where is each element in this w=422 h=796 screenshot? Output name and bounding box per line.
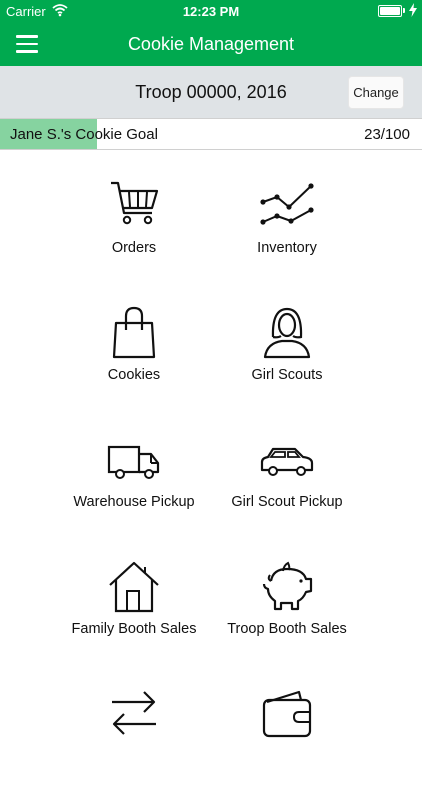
line-chart-icon <box>260 183 314 225</box>
tile-label: Troop Booth Sales <box>227 621 347 637</box>
clock: 12:23 PM <box>182 4 240 19</box>
tile-label: Girl Scout Pickup <box>231 494 343 510</box>
nav-bar: Cookie Management <box>0 22 422 66</box>
shopping-bag-icon <box>112 306 156 359</box>
tile-inventory[interactable]: Inventory <box>187 178 387 288</box>
goal-label: Jane S.'s Cookie Goal <box>10 126 158 143</box>
transfer-arrows-icon <box>112 691 156 735</box>
tile-girl-scouts[interactable]: Girl Scouts <box>187 305 387 415</box>
page-title: Cookie Management <box>127 34 295 54</box>
battery-icon <box>378 5 402 17</box>
change-troop-button[interactable]: Change <box>348 76 404 109</box>
girl-person-icon <box>263 307 311 359</box>
house-icon <box>109 561 159 613</box>
status-bar: Carrier 12:23 PM <box>0 0 422 22</box>
tile-label: Girl Scouts <box>251 367 323 383</box>
car-icon <box>260 447 314 476</box>
tile-troop-booth-sales[interactable]: Troop Booth Sales <box>187 559 387 669</box>
tile-girl-scout-pickup[interactable]: Girl Scout Pickup <box>187 432 387 542</box>
battery-tip <box>403 8 405 13</box>
tile-wallet[interactable] <box>187 686 387 796</box>
tile-label: Inventory <box>257 240 317 256</box>
truck-icon <box>107 445 160 479</box>
charging-bolt-icon <box>409 3 417 17</box>
goal-count: 23/100 <box>364 126 410 143</box>
wallet-icon <box>262 690 312 738</box>
troop-header: Troop 00000, 2016 Change <box>0 66 422 118</box>
piggy-bank-icon <box>262 561 313 611</box>
cookie-goal-progress: Jane S.'s Cookie Goal 23/100 <box>0 118 422 150</box>
shopping-cart-icon <box>111 181 159 225</box>
